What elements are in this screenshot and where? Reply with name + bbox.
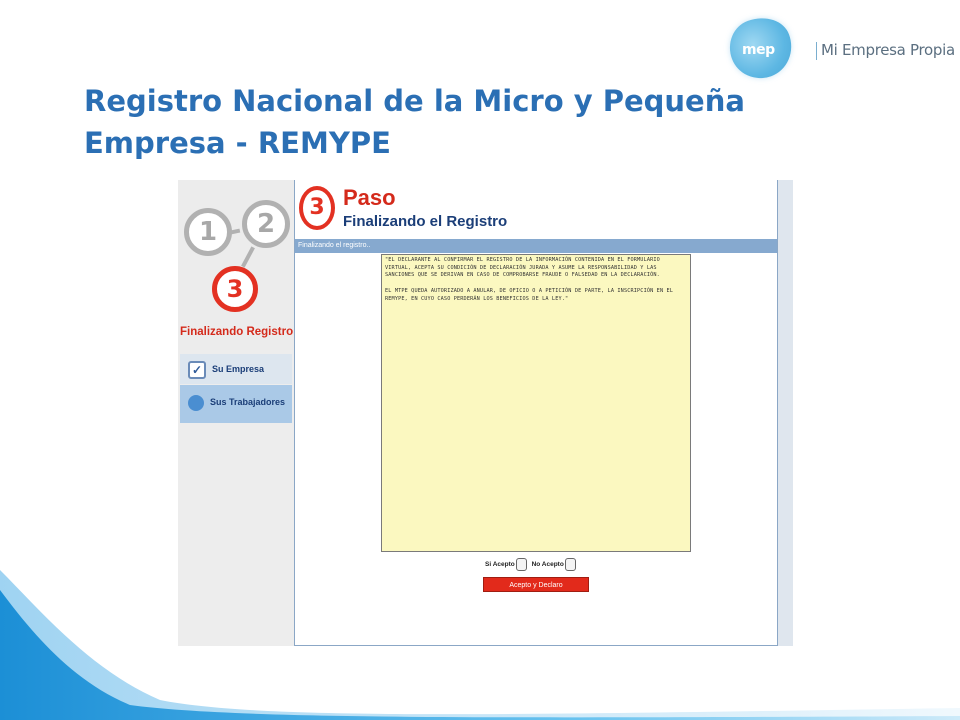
checkmark-icon: ✓ [188, 360, 206, 379]
step-number-badge: 3 [299, 186, 335, 230]
slide-title-line2: Empresa - REMYPE [84, 126, 391, 160]
section-bar: Finalizando el registro.. [295, 239, 777, 253]
main-panel: 3 Paso Finalizando el Registro Finalizan… [294, 180, 778, 646]
slide-title: Registro Nacional de la Micro y Pequeña … [84, 80, 844, 164]
sidebar-item-label: Sus Trabajadores [210, 397, 286, 407]
person-icon [188, 394, 204, 411]
step-subheading: Finalizando el Registro [343, 213, 508, 230]
logo-short: mep [742, 42, 775, 58]
sidebar-item-su-empresa[interactable]: ✓ Su Empresa [180, 354, 292, 384]
step-1-circle: 1 [184, 208, 232, 256]
sidebar-item-sus-trabajadores[interactable]: Sus Trabajadores [180, 385, 292, 423]
step-connector [241, 246, 255, 268]
sidebar: 1 2 3 Finalizando Registro ✓ Su Empresa S… [178, 180, 294, 646]
accept-no-label: No Acepto [531, 561, 564, 569]
logo-divider [816, 42, 817, 60]
acceptance-options: Si Acepto No Acepto [485, 558, 579, 571]
declaration-textarea[interactable]: "EL DECLARANTE AL CONFIRMAR EL REGISTRO … [381, 254, 691, 552]
current-step-label: Finalizando Registro [180, 326, 294, 338]
accept-no-radio[interactable] [564, 558, 576, 571]
mep-logo: mep Mi Empresa Propia [721, 9, 958, 87]
step-2-circle: 2 [242, 200, 290, 248]
step-3-circle: 3 [212, 266, 258, 312]
step-header: 3 Paso Finalizando el Registro [295, 180, 777, 240]
accept-and-declare-button[interactable]: Acepto y Declaro [483, 577, 589, 592]
accept-yes-label: Si Acepto [485, 561, 515, 569]
remype-screenshot: 1 2 3 Finalizando Registro ✓ Su Empresa S… [178, 180, 793, 646]
scrollbar-area[interactable] [778, 180, 793, 646]
step-heading: Paso [343, 185, 396, 210]
slide-title-line1: Registro Nacional de la Micro y Pequeña [84, 84, 745, 118]
accept-yes-radio[interactable] [515, 558, 527, 571]
step-indicator: 1 2 3 Finalizando Registro [178, 180, 294, 350]
logo-name: Mi Empresa Propia [821, 41, 955, 59]
sidebar-item-label: Su Empresa [212, 364, 265, 374]
